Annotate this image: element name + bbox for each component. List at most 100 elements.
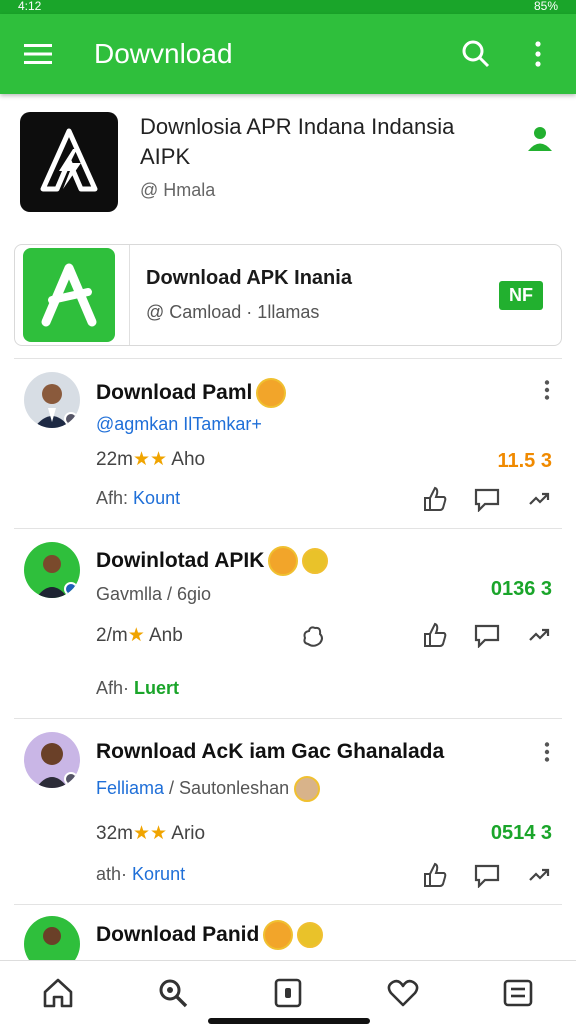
card-author: @ Camload · 1llamas — [146, 302, 320, 322]
share-icon[interactable] — [524, 860, 554, 890]
user-icon[interactable] — [526, 124, 554, 157]
post-handle: Felliama / Sautonleshan — [96, 776, 321, 802]
post-meta-text: Anb — [148, 625, 183, 646]
status-battery: 85% — [533, 0, 558, 13]
card-badge[interactable]: NF — [499, 280, 543, 310]
post-time: 22m — [96, 449, 133, 470]
post-count: 11.5 3 — [497, 450, 552, 472]
footer-link[interactable]: Luert — [134, 678, 179, 698]
app-card[interactable]: Download APK Inania @ Camload · 1llamas … — [14, 244, 562, 346]
app-logo-icon — [40, 128, 98, 192]
divider — [14, 718, 562, 719]
star-icon: ★ — [127, 625, 145, 646]
post-handle-link[interactable]: Felliama — [96, 778, 164, 798]
avatar[interactable] — [24, 372, 80, 428]
post-handle-extra: / Sautonleshan — [169, 777, 290, 798]
divider — [14, 528, 562, 529]
app-bar: Dowvnload — [0, 14, 576, 94]
footer-link[interactable]: Korunt — [132, 864, 185, 884]
search-icon[interactable] — [456, 34, 496, 74]
post-time: 2/m — [96, 625, 128, 646]
card-title: Download APK Inania — [146, 267, 352, 289]
comment-icon[interactable] — [472, 620, 502, 650]
status-bar: 4:12 85% — [0, 0, 576, 14]
post-author: Download Panid — [96, 920, 324, 950]
heart-icon[interactable] — [381, 971, 425, 1015]
badge-emoji-icon — [297, 922, 324, 948]
badge-emoji-icon — [263, 920, 294, 950]
post-actions — [420, 484, 554, 514]
post-more-icon[interactable] — [544, 742, 554, 767]
menu-icon[interactable] — [18, 34, 58, 74]
footer-label: ath· — [96, 864, 128, 884]
badge-emoji-icon — [302, 548, 329, 574]
app-header: Downlosia APR Indana Indansia AIPK @ Hma… — [20, 112, 560, 222]
share-icon[interactable] — [524, 484, 554, 514]
post-meta: 2/m★ Anb — [96, 624, 183, 647]
footer-link[interactable]: Kount — [133, 488, 180, 508]
card-separator — [129, 245, 130, 345]
post-author-name: Download Panid — [96, 923, 260, 946]
react-icon[interactable] — [300, 624, 326, 655]
app-author: @ Hmala — [140, 180, 216, 200]
bottom-nav — [0, 960, 576, 1024]
avatar[interactable] — [24, 916, 80, 960]
post-author: Rownload AcK iam Gac Ghanalada — [96, 740, 444, 764]
avatar[interactable] — [24, 542, 80, 598]
post-meta-text: Ario — [171, 823, 206, 844]
post-author-name: Download Paml — [96, 381, 253, 404]
post-footer: Afh· Luert — [96, 678, 179, 699]
like-icon[interactable] — [420, 860, 450, 890]
more-vert-icon[interactable] — [518, 34, 558, 74]
post-time: 32m — [96, 823, 133, 844]
app-bar-title: Dowvnload — [94, 38, 233, 69]
list-icon[interactable] — [496, 971, 540, 1015]
avatar[interactable] — [24, 732, 80, 788]
badge-emoji-icon — [294, 776, 321, 802]
post-footer: ath· Korunt — [96, 864, 185, 885]
post-author: Dowinlotad APIK — [96, 546, 329, 576]
star-icon: ★★ — [132, 823, 168, 844]
post-count: 0136 3 — [490, 578, 552, 600]
post-footer: Afh: Kount — [96, 488, 180, 509]
card-logo-icon — [41, 263, 97, 327]
like-icon[interactable] — [420, 484, 450, 514]
post-actions — [420, 620, 554, 650]
post-author: Download Paml — [96, 378, 287, 408]
home-icon[interactable] — [36, 971, 80, 1015]
post-more-icon[interactable] — [544, 380, 554, 405]
divider — [14, 904, 562, 905]
star-icon: ★★ — [132, 449, 168, 470]
library-icon[interactable] — [266, 971, 310, 1015]
search-nav-icon[interactable] — [151, 971, 195, 1015]
comment-icon[interactable] — [472, 484, 502, 514]
post-meta-text: Aho — [171, 449, 206, 470]
app-logo — [20, 112, 118, 212]
post-meta: 22m★★ Aho — [96, 448, 205, 471]
post-actions — [420, 860, 554, 890]
app-name: Downlosia APR Indana Indansia AIPK — [140, 114, 455, 169]
badge-emoji-icon — [256, 378, 287, 408]
status-dot — [64, 412, 78, 426]
post-handle[interactable]: Gavmlla / 6gio — [96, 584, 211, 605]
post-author-name: Rownload AcK iam Gac Ghanalada — [96, 740, 445, 763]
feed-post[interactable]: Download Paml @agmkan IlTamkar+ 22m★★ Ah… — [0, 370, 576, 526]
footer-label: Afh· — [96, 678, 130, 698]
feed-post[interactable]: Rownload AcK iam Gac Ghanalada Felliama … — [0, 730, 576, 902]
home-indicator — [208, 1018, 370, 1024]
like-icon[interactable] — [420, 620, 450, 650]
post-count: 0514 3 — [490, 822, 552, 844]
post-handle[interactable]: @agmkan IlTamkar+ — [96, 414, 262, 435]
footer-label: Afh: — [96, 488, 129, 508]
status-dot — [64, 582, 78, 596]
status-dot — [64, 772, 78, 786]
post-author-name: Dowinlotad APIK — [96, 549, 265, 572]
share-icon[interactable] — [524, 620, 554, 650]
comment-icon[interactable] — [472, 860, 502, 890]
feed-post[interactable]: Download Panid — [0, 914, 576, 960]
badge-emoji-icon — [268, 546, 299, 576]
post-meta: 32m★★ Ario — [96, 822, 205, 845]
card-logo — [23, 248, 115, 342]
divider — [14, 358, 562, 359]
feed-post[interactable]: Dowinlotad APIK Gavmlla / 6gio 2/m★ Anb … — [0, 540, 576, 716]
